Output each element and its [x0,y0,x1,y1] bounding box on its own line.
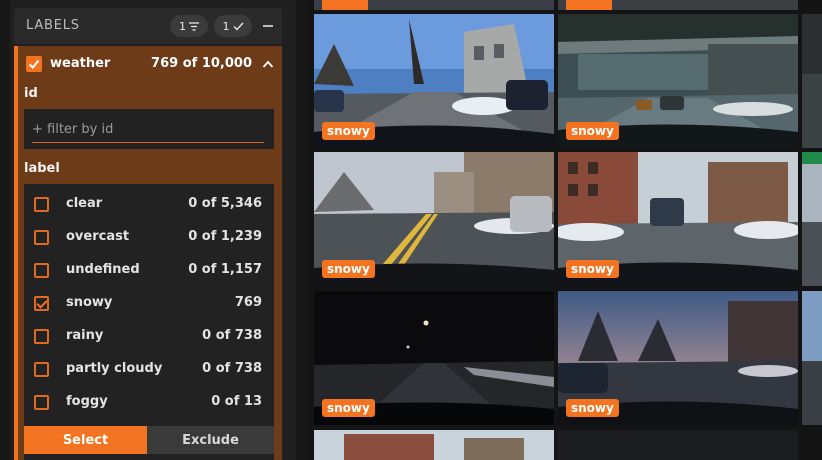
label-value-row[interactable]: rainy 0 of 738 [24,320,274,353]
value-checkbox[interactable] [34,362,49,377]
sidebar-edge [0,0,10,460]
sample-tile[interactable] [558,0,798,10]
value-checkbox[interactable] [34,263,49,278]
value-checkbox[interactable] [34,230,49,245]
sample-tile[interactable] [802,14,822,148]
exclude-button[interactable]: Exclude [147,426,274,454]
value-checkbox[interactable] [34,329,49,344]
weather-field-row[interactable]: weather 769 of 10,000 [18,46,282,82]
sample-image [314,0,554,10]
check-icon [233,22,244,31]
label-value-row[interactable]: snowy 769 [24,287,274,320]
value-count: 0 of 1,239 [188,229,262,244]
value-checkbox-checked[interactable] [34,296,49,311]
select-button[interactable]: Select [24,426,147,454]
selected-labels-pill[interactable]: 1 [214,15,252,37]
sample-tile[interactable] [314,0,554,10]
labels-title: LABELS [26,18,80,33]
value-count: 0 of 5,346 [188,196,262,211]
active-filters-count: 1 [179,19,186,33]
value-checkbox[interactable] [34,197,49,212]
label-tag: snowy [566,122,619,140]
value-name: clear [66,196,103,211]
weather-field-panel: weather 769 of 10,000 id label clear 0 o… [14,46,282,460]
sample-tile[interactable]: snowy [314,152,554,286]
value-name: snowy [66,295,113,310]
value-count: 769 [234,295,262,310]
id-filter-box [24,109,274,149]
sample-tile[interactable] [802,291,822,425]
labels-header: LABELS 1 1 [14,8,282,44]
active-filters-pill[interactable]: 1 [170,15,208,37]
field-count: 769 of 10,000 [151,56,252,71]
sample-tile[interactable] [314,430,554,460]
panel-divider[interactable] [296,0,308,460]
label-tag: snowy [566,260,619,278]
selected-labels-count: 1 [222,19,230,33]
label-tag: snowy [322,260,375,278]
sample-tile[interactable] [558,430,798,460]
label-value-row[interactable]: clear 0 of 5,346 [24,188,274,221]
sample-tile[interactable]: snowy [558,291,798,425]
value-name: foggy [66,394,108,409]
value-count: 0 of 738 [202,328,262,343]
label-section-label: label [24,161,60,176]
sample-tile[interactable]: snowy [558,152,798,286]
sample-tile[interactable]: snowy [314,14,554,148]
label-value-row[interactable]: overcast 0 of 1,239 [24,221,274,254]
label-tag: snowy [566,399,619,417]
label-value-row[interactable]: undefined 0 of 1,157 [24,254,274,287]
value-checkbox[interactable] [34,395,49,410]
value-name: undefined [66,262,140,277]
labels-sidebar: LABELS 1 1 weather 769 of 10,000 id + fi… [0,0,296,460]
select-exclude-toggle: Select Exclude [24,426,274,454]
weather-field-checkbox[interactable] [26,56,42,72]
value-count: 0 of 738 [202,361,262,376]
sample-tile[interactable]: snowy [558,14,798,148]
sample-tile[interactable]: snowy [314,291,554,425]
label-tag: snowy [322,122,375,140]
sample-image [558,430,798,460]
label-value-row[interactable]: partly cloudy 0 of 738 [24,353,274,386]
sample-image [558,0,798,10]
checkmark-icon [28,59,40,69]
sample-tile[interactable] [802,152,822,286]
label-tag: snowy [322,399,375,417]
sample-image [802,291,822,425]
label-value-row[interactable]: foggy 0 of 13 [24,386,274,419]
value-name: rainy [66,328,104,343]
value-count: 0 of 1,157 [188,262,262,277]
sample-image [802,14,822,148]
filter-icon [189,21,199,31]
sample-image [802,152,822,286]
id-filter-input[interactable] [32,117,264,143]
value-name: partly cloudy [66,361,163,376]
id-section-label: id [24,86,38,101]
sample-image [314,430,554,460]
chevron-up-icon[interactable] [262,59,274,69]
collapse-labels-button[interactable] [261,18,275,32]
sample-grid: snowy snowy snowy snowy snowy snowy [308,0,822,460]
value-name: overcast [66,229,130,244]
field-name: weather [50,56,111,71]
value-count: 0 of 13 [211,394,262,409]
label-values-list: clear 0 of 5,346 overcast 0 of 1,239 und… [24,184,274,460]
